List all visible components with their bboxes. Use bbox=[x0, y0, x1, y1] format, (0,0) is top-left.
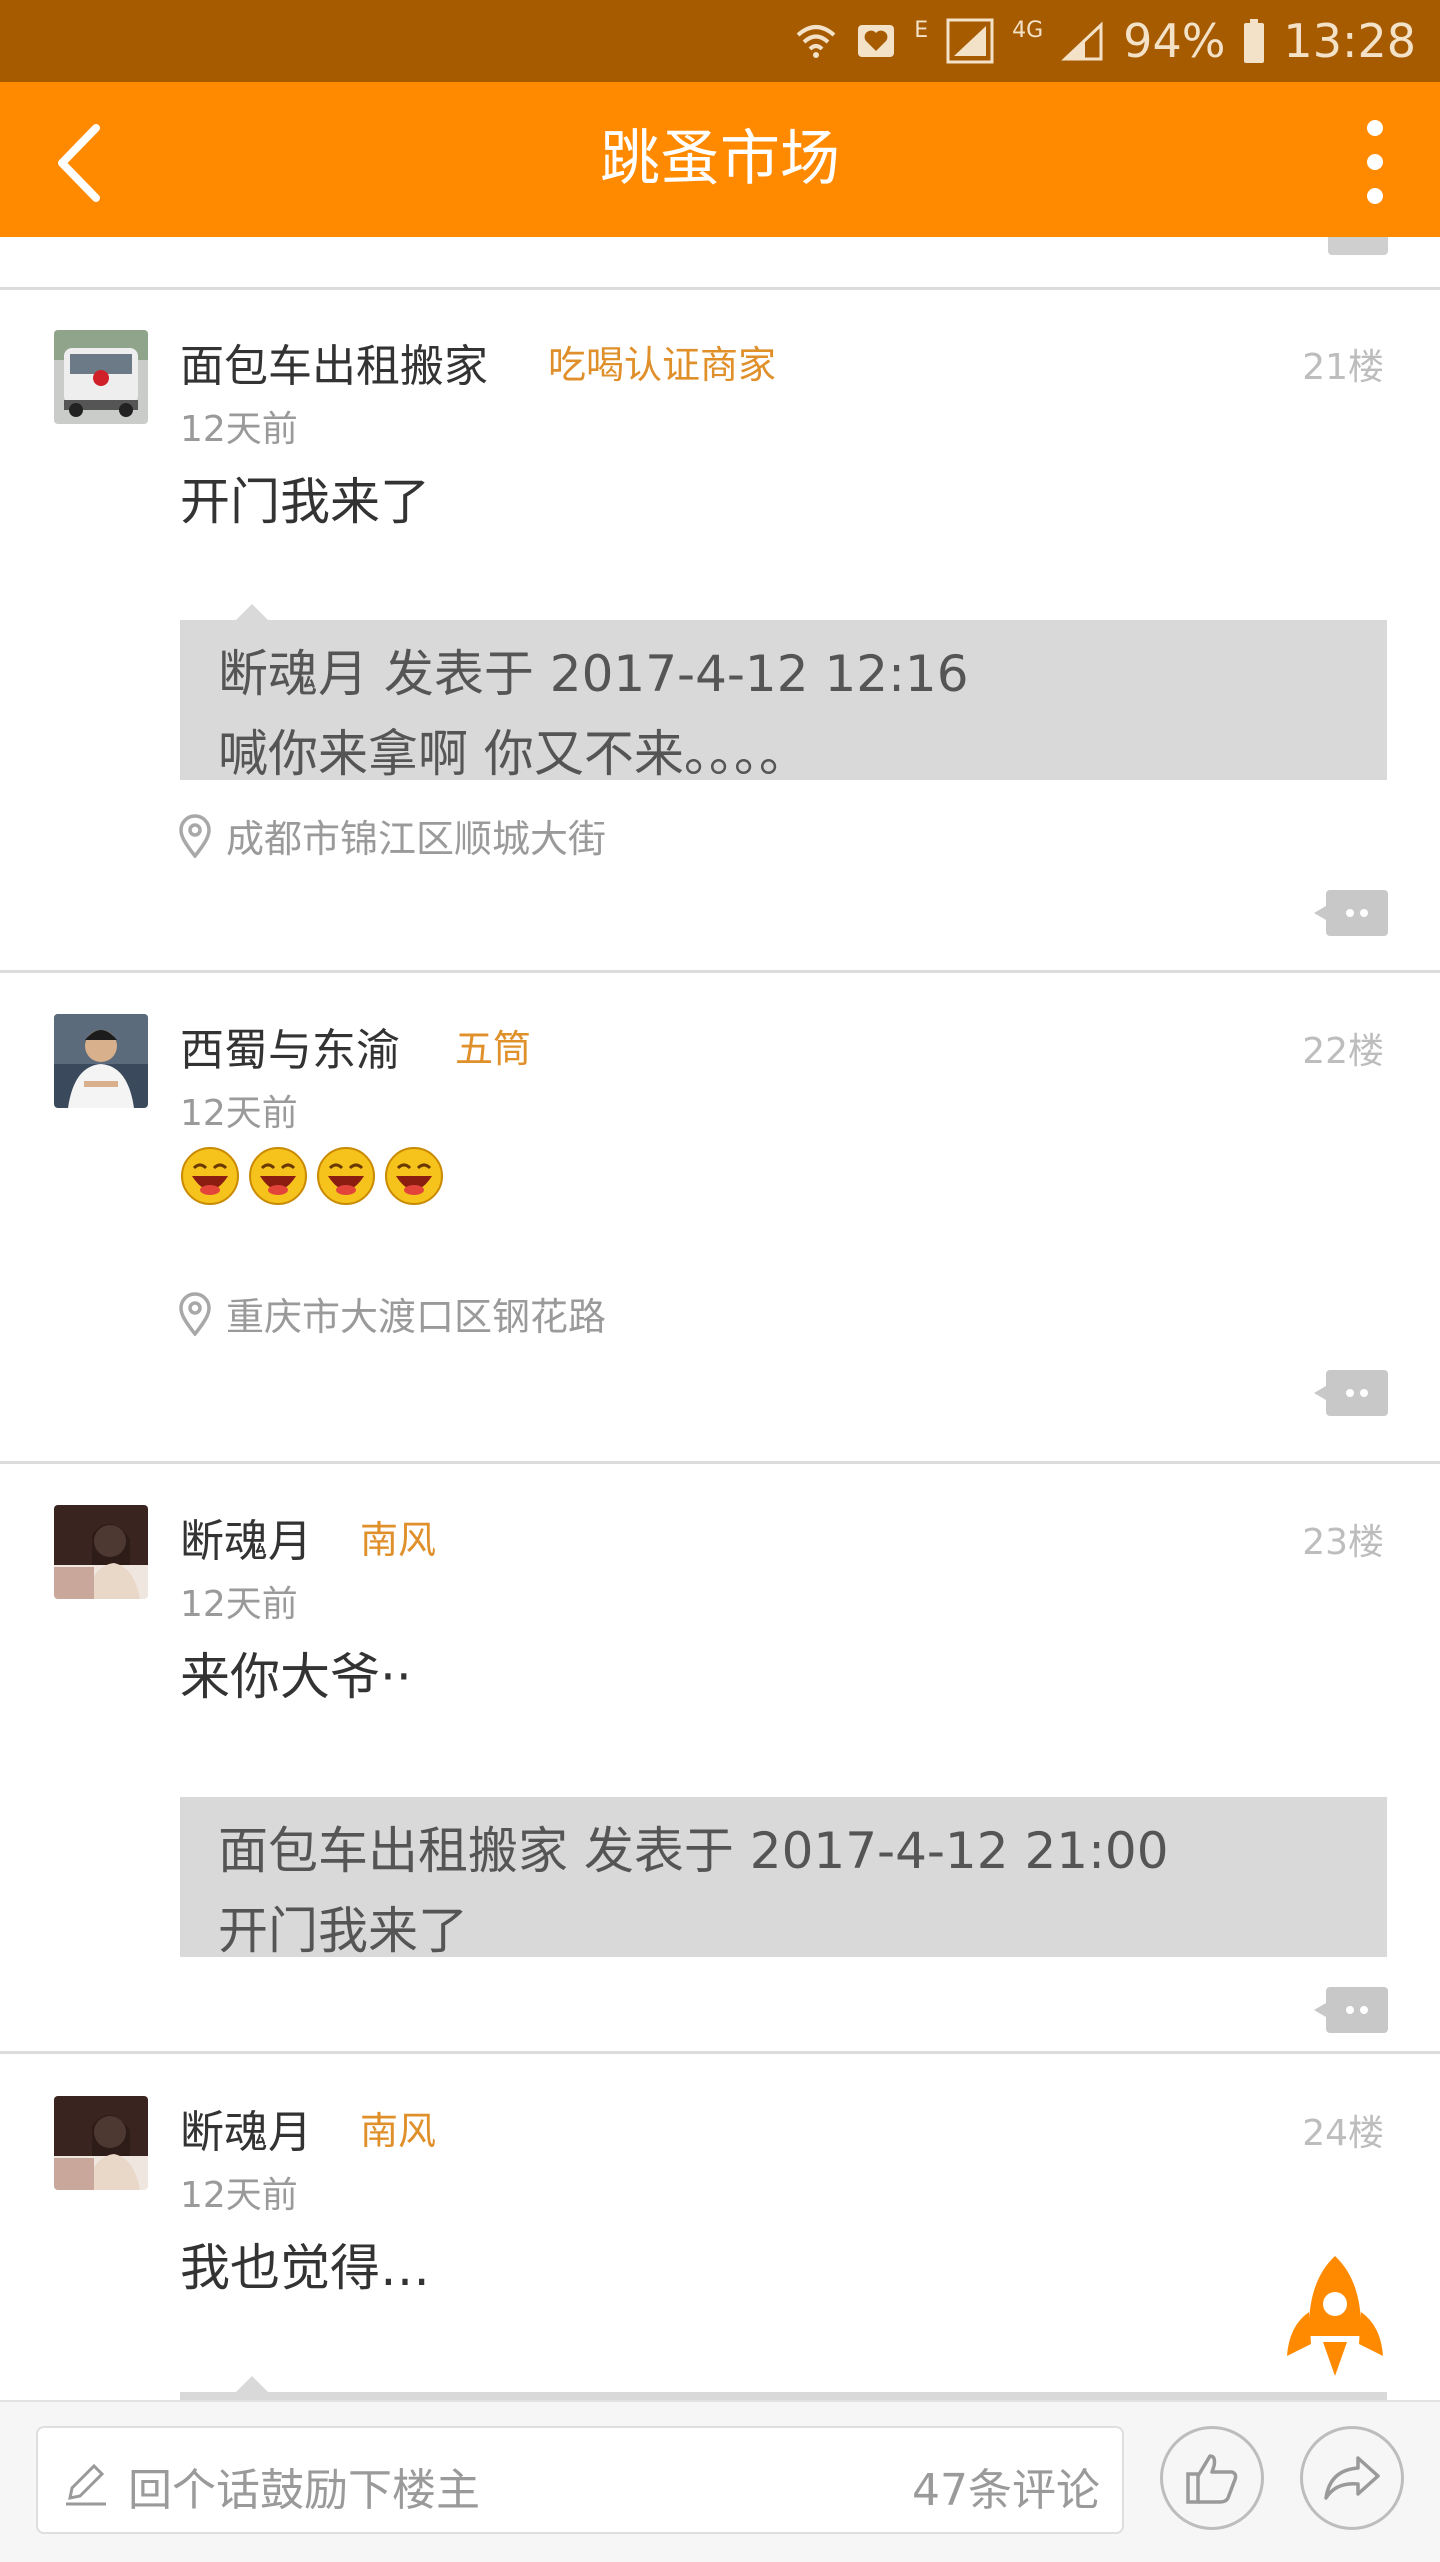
reply-button-partial[interactable] bbox=[1328, 237, 1388, 255]
avatar[interactable] bbox=[54, 330, 148, 424]
laughing-emoji-icon bbox=[249, 1147, 307, 1205]
laughing-emoji-icon bbox=[385, 1147, 443, 1205]
floor-number: 22楼 bbox=[1302, 1031, 1384, 1072]
quote-text: 开门我来了 bbox=[218, 1902, 468, 1960]
laughing-emoji-icon bbox=[181, 1147, 239, 1205]
comment-placeholder: 回个话鼓励下楼主 bbox=[128, 2465, 480, 2516]
laughing-emoji-icon bbox=[317, 1147, 375, 1205]
quote-header: 面包车出租搬家 发表于 2017-4-12 21:00 bbox=[218, 1822, 1169, 1880]
comment-emoji-content bbox=[180, 1146, 452, 1218]
floor-number: 24楼 bbox=[1302, 2113, 1384, 2154]
status-bar: E 4G 94% 13:28 bbox=[0, 0, 1440, 82]
signal-icon bbox=[1061, 21, 1105, 61]
quote-text: 喊你来拿啊 你又不来。。。。 bbox=[218, 725, 809, 783]
comment-text: 我也觉得… bbox=[180, 2239, 430, 2297]
wifi-icon bbox=[794, 21, 838, 61]
author-badge: 吃喝认证商家 bbox=[548, 343, 777, 387]
signal-icon bbox=[946, 18, 994, 64]
location-icon bbox=[179, 1291, 211, 1336]
divider bbox=[0, 970, 1440, 973]
avatar[interactable] bbox=[54, 1505, 148, 1599]
network-e: E bbox=[914, 18, 929, 43]
location-text: 成都市锦江区顺城大街 bbox=[226, 817, 607, 861]
share-button[interactable] bbox=[1300, 2426, 1404, 2530]
battery-icon bbox=[1243, 19, 1265, 63]
pen-icon bbox=[66, 2463, 106, 2506]
network-4g: 4G bbox=[1012, 18, 1044, 43]
reply-icon bbox=[1314, 890, 1388, 936]
post-time: 12天前 bbox=[180, 409, 298, 450]
heart-notification-icon bbox=[856, 21, 896, 61]
divider bbox=[0, 287, 1440, 290]
clock: 13:28 bbox=[1283, 14, 1416, 68]
like-icon bbox=[1186, 2454, 1238, 2504]
comment-text: 来你大爷·· bbox=[180, 1648, 412, 1706]
bottom-bar: 回个话鼓励下楼主 47条评论 bbox=[0, 2400, 1440, 2562]
post-time: 12天前 bbox=[180, 2175, 298, 2216]
page-title: 跳蚤市场 bbox=[600, 124, 840, 194]
location[interactable]: 重庆市大渡口区钢花路 bbox=[178, 1286, 606, 1341]
back-button[interactable] bbox=[40, 118, 130, 208]
battery-percent: 94% bbox=[1123, 14, 1226, 68]
more-button[interactable] bbox=[1350, 112, 1400, 212]
author-badge: 南风 bbox=[360, 2109, 437, 2153]
post-time: 12天前 bbox=[180, 1093, 298, 1134]
quoted-reply[interactable]: 面包车出租搬家 发表于 2017-4-12 21:00 开门我来了 bbox=[180, 1797, 1387, 1960]
floor-number: 23楼 bbox=[1302, 1522, 1384, 1563]
back-icon bbox=[58, 124, 100, 202]
comment-feed[interactable]: 面包车出租搬家 吃喝认证商家 12天前 21楼 开门我来了 断魂月 发表于 20… bbox=[0, 237, 1440, 2400]
divider bbox=[0, 2051, 1440, 2054]
title-bar: 跳蚤市场 bbox=[0, 82, 1440, 237]
reply-icon bbox=[1314, 1370, 1388, 1416]
author-name[interactable]: 断魂月 bbox=[180, 1505, 312, 1569]
reply-button[interactable] bbox=[1314, 1987, 1388, 2033]
reply-icon bbox=[1314, 1987, 1388, 2033]
more-icon bbox=[1367, 120, 1383, 204]
author-name[interactable]: 面包车出租搬家 bbox=[180, 330, 488, 394]
avatar[interactable] bbox=[54, 1014, 148, 1108]
location-text: 重庆市大渡口区钢花路 bbox=[226, 1295, 607, 1339]
floor-number: 21楼 bbox=[1302, 347, 1384, 388]
divider bbox=[0, 1461, 1440, 1464]
comment-count[interactable]: 47条评论 bbox=[912, 2454, 1100, 2518]
quoted-reply[interactable]: 断魂月 发表于 2017-4-12 12:16 喊你来拿啊 你又不来。。。。 bbox=[180, 604, 1387, 783]
reply-button[interactable] bbox=[1314, 890, 1388, 936]
author-badge: 南风 bbox=[360, 1518, 437, 1562]
comment-post: 西蜀与东渝 五筒 12天前 22楼 重庆市大渡口区钢花路 bbox=[0, 1014, 1440, 1454]
avatar[interactable] bbox=[54, 2096, 148, 2190]
comment-post: 断魂月 南风 12天前 23楼 来你大爷·· 面包车出租搬家 发表于 2017-… bbox=[0, 1505, 1440, 2045]
location[interactable]: 成都市锦江区顺城大街 bbox=[178, 808, 606, 863]
comment-input[interactable]: 回个话鼓励下楼主 47条评论 bbox=[36, 2426, 1124, 2534]
like-button[interactable] bbox=[1160, 2426, 1264, 2530]
location-icon bbox=[179, 813, 211, 858]
comment-post: 断魂月 南风 12天前 24楼 我也觉得… bbox=[0, 2096, 1440, 2400]
share-icon bbox=[1324, 2456, 1380, 2500]
quoted-reply-partial[interactable] bbox=[180, 2376, 1387, 2400]
author-badge: 五筒 bbox=[455, 1027, 532, 1071]
author-name[interactable]: 断魂月 bbox=[180, 2096, 312, 2160]
comment-text: 开门我来了 bbox=[180, 473, 430, 531]
author-name[interactable]: 西蜀与东渝 bbox=[180, 1014, 400, 1078]
post-time: 12天前 bbox=[180, 1584, 298, 1625]
reply-button[interactable] bbox=[1314, 1370, 1388, 1416]
back-to-top-button[interactable] bbox=[1285, 2252, 1385, 2382]
rocket-icon bbox=[1287, 2256, 1383, 2376]
quote-header: 断魂月 发表于 2017-4-12 12:16 bbox=[218, 645, 969, 703]
